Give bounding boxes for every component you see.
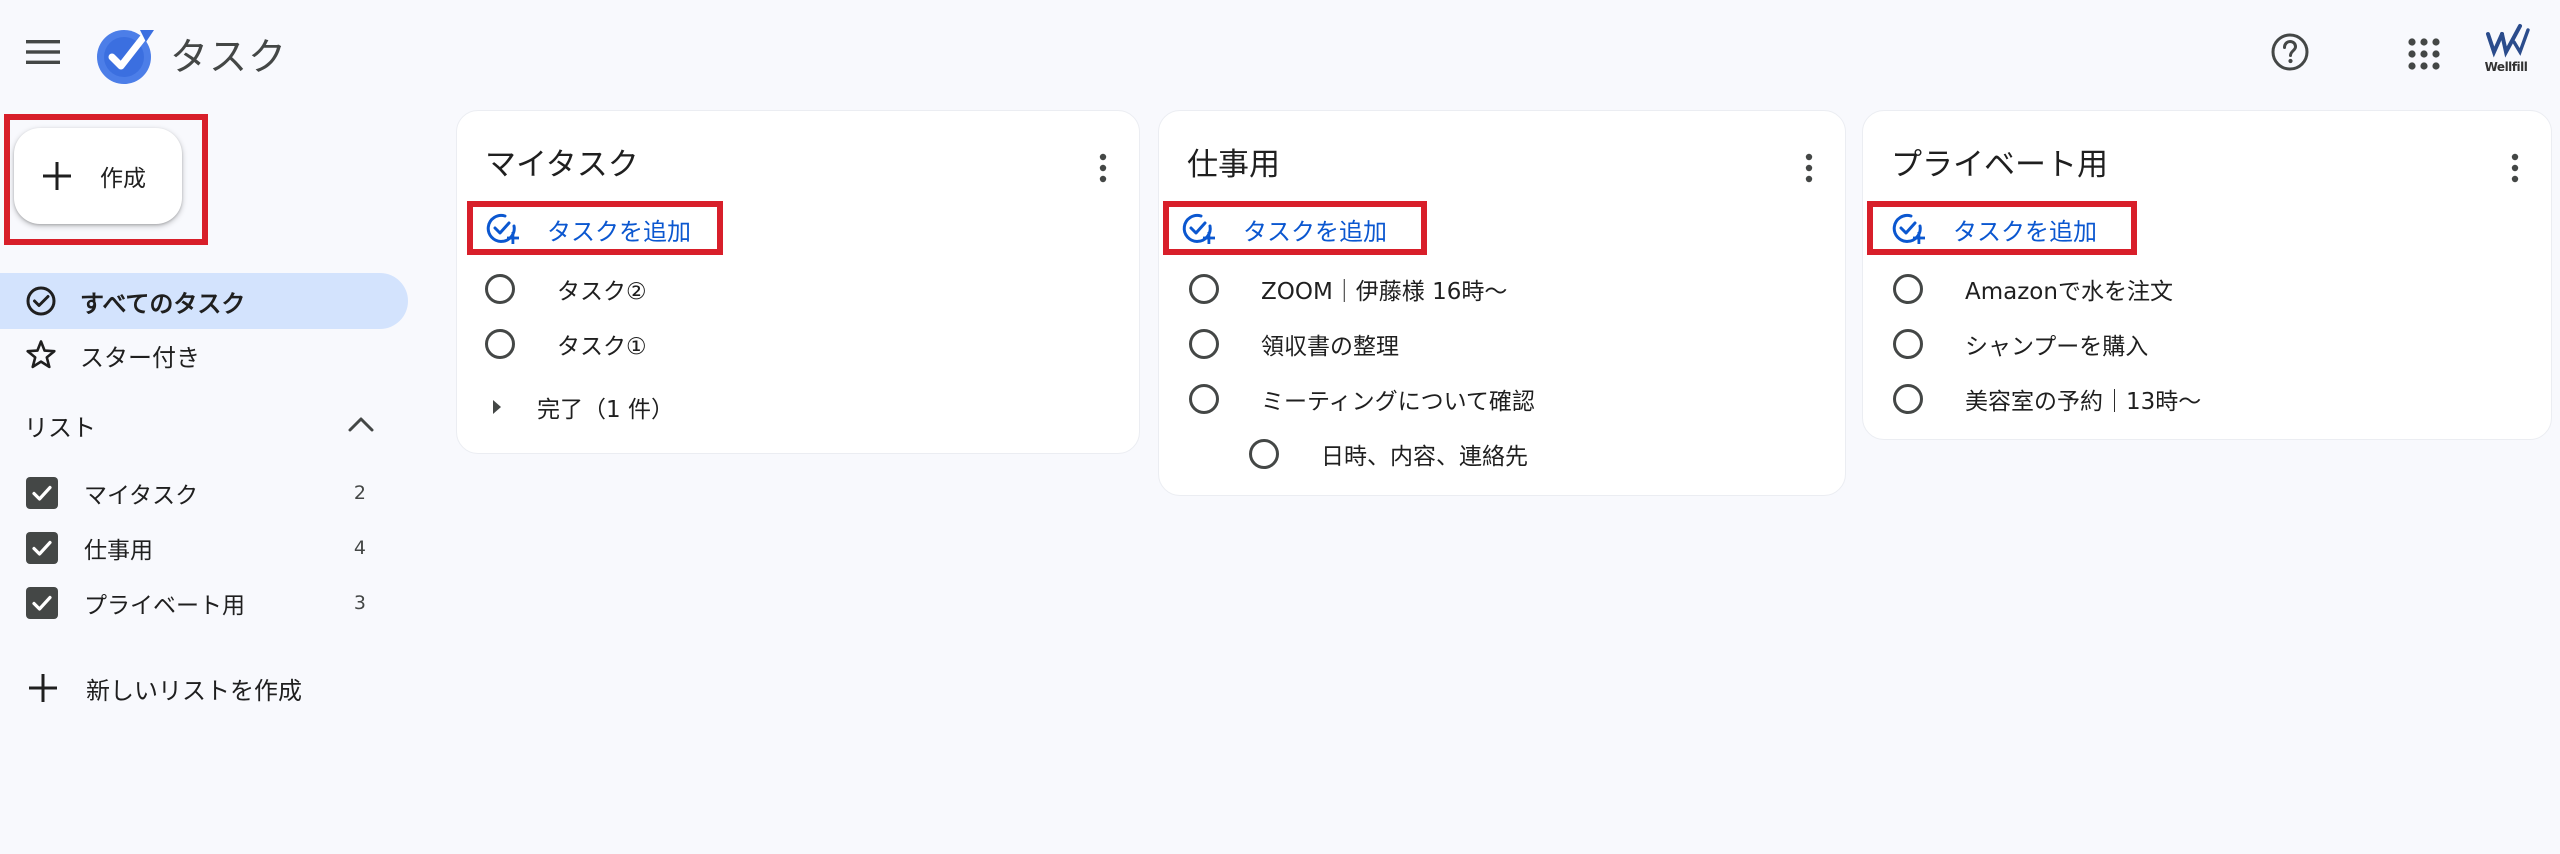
more-vert-icon bbox=[1099, 153, 1107, 183]
tasks-logo-icon bbox=[96, 24, 158, 86]
account-label: Wellfill bbox=[2484, 60, 2528, 74]
task-title: 領収書の整理 bbox=[1261, 334, 1399, 360]
list-name: 仕事用 bbox=[84, 538, 153, 564]
subtask-item[interactable]: 日時、内容、連絡先 bbox=[1249, 434, 1528, 474]
nav-all-tasks[interactable]: すべてのタスク bbox=[0, 273, 408, 329]
card-title: マイタスク bbox=[485, 147, 639, 183]
checkmark-icon bbox=[32, 595, 52, 611]
checkmark-icon bbox=[32, 485, 52, 501]
add-task-label: タスクを追加 bbox=[1243, 217, 1387, 246]
task-list-card-my-tasks: マイタスク タスクを追加 タスク② タスク① 完了（1 件） bbox=[456, 110, 1140, 454]
task-item[interactable]: ミーティングについて確認 bbox=[1189, 379, 1535, 419]
task-title: シャンプーを購入 bbox=[1965, 334, 2149, 360]
list-checkbox[interactable] bbox=[26, 477, 58, 509]
add-task-icon bbox=[1892, 213, 1925, 244]
caret-right-icon bbox=[493, 400, 501, 414]
checkmark-icon bbox=[32, 540, 52, 556]
task-item[interactable]: タスク① bbox=[485, 324, 647, 364]
task-item[interactable]: ZOOM｜伊藤様 16時〜 bbox=[1189, 269, 1507, 309]
task-complete-checkbox[interactable] bbox=[1893, 274, 1923, 304]
add-task-icon bbox=[1182, 213, 1215, 244]
nav-starred-label: スター付き bbox=[80, 343, 200, 372]
completed-tasks-label: 完了（1 件） bbox=[537, 397, 674, 423]
list-item-my-tasks[interactable]: マイタスク 2 bbox=[0, 466, 408, 520]
plus-icon bbox=[43, 162, 71, 190]
add-task-button[interactable]: タスクを追加 bbox=[485, 209, 691, 249]
chevron-up-icon bbox=[348, 417, 374, 432]
task-complete-checkbox[interactable] bbox=[1249, 439, 1279, 469]
task-complete-checkbox[interactable] bbox=[1893, 384, 1923, 414]
google-apps-button[interactable] bbox=[2404, 34, 2444, 74]
task-title: 日時、内容、連絡先 bbox=[1321, 444, 1528, 470]
task-title: タスク② bbox=[557, 279, 647, 305]
hamburger-menu-icon bbox=[26, 40, 60, 64]
completed-tasks-toggle[interactable]: 完了（1 件） bbox=[485, 387, 674, 427]
list-checkbox[interactable] bbox=[26, 532, 58, 564]
card-more-button[interactable] bbox=[2509, 151, 2521, 185]
task-item[interactable]: Amazonで水を注文 bbox=[1893, 269, 2173, 309]
card-more-button[interactable] bbox=[1097, 151, 1109, 185]
add-task-label: タスクを追加 bbox=[547, 217, 691, 246]
create-new-list-label: 新しいリストを作成 bbox=[86, 676, 302, 705]
task-complete-checkbox[interactable] bbox=[485, 329, 515, 359]
more-vert-icon bbox=[2511, 153, 2519, 183]
task-complete-checkbox[interactable] bbox=[1189, 274, 1219, 304]
create-new-list-button[interactable]: 新しいリストを作成 bbox=[0, 660, 408, 716]
task-title: タスク① bbox=[557, 334, 647, 360]
task-complete-checkbox[interactable] bbox=[485, 274, 515, 304]
plus-icon bbox=[29, 674, 57, 702]
list-name: プライベート用 bbox=[84, 593, 245, 619]
card-more-button[interactable] bbox=[1803, 151, 1815, 185]
list-count: 4 bbox=[353, 537, 366, 559]
add-task-label: タスクを追加 bbox=[1953, 217, 2097, 246]
lists-heading: リスト bbox=[24, 414, 96, 442]
create-button-label: 作成 bbox=[100, 166, 146, 192]
list-item-work[interactable]: 仕事用 4 bbox=[0, 521, 408, 575]
task-complete-checkbox[interactable] bbox=[1893, 329, 1923, 359]
task-item[interactable]: タスク② bbox=[485, 269, 647, 309]
task-complete-checkbox[interactable] bbox=[1189, 384, 1219, 414]
list-item-private[interactable]: プライベート用 3 bbox=[0, 576, 408, 630]
task-title: ミーティングについて確認 bbox=[1261, 389, 1535, 415]
task-item[interactable]: 領収書の整理 bbox=[1189, 324, 1399, 364]
star-icon bbox=[26, 340, 56, 369]
more-vert-icon bbox=[1805, 153, 1813, 183]
task-title: 美容室の予約｜13時〜 bbox=[1965, 389, 2202, 415]
app-title: タスク bbox=[170, 35, 288, 79]
main-menu-button[interactable] bbox=[18, 30, 68, 74]
help-icon bbox=[2271, 33, 2309, 71]
list-checkbox[interactable] bbox=[26, 587, 58, 619]
help-button[interactable] bbox=[2268, 30, 2312, 74]
task-check-icon bbox=[26, 286, 56, 316]
task-list-card-work: 仕事用 タスクを追加 ZOOM｜伊藤様 16時〜 領収書の整理 ミーティングにつ… bbox=[1158, 110, 1846, 496]
list-count: 2 bbox=[353, 482, 366, 504]
wellfill-logo-icon bbox=[2486, 24, 2530, 58]
card-title: 仕事用 bbox=[1187, 147, 1280, 183]
apps-grid-icon bbox=[2408, 38, 2440, 70]
task-title: ZOOM｜伊藤様 16時〜 bbox=[1261, 279, 1508, 305]
add-task-button[interactable]: タスクを追加 bbox=[1181, 209, 1387, 249]
add-task-icon bbox=[486, 213, 519, 244]
task-title: Amazonで水を注文 bbox=[1965, 279, 2173, 305]
card-title: プライベート用 bbox=[1891, 147, 2108, 183]
list-count: 3 bbox=[353, 592, 366, 614]
task-complete-checkbox[interactable] bbox=[1189, 329, 1219, 359]
account-avatar[interactable]: Wellfill bbox=[2476, 22, 2536, 80]
create-button[interactable]: 作成 bbox=[14, 128, 182, 224]
nav-starred[interactable]: スター付き bbox=[0, 327, 408, 383]
lists-collapse-button[interactable] bbox=[344, 408, 378, 442]
task-item[interactable]: 美容室の予約｜13時〜 bbox=[1893, 379, 2201, 419]
nav-all-tasks-label: すべてのタスク bbox=[80, 289, 246, 318]
task-list-card-private: プライベート用 タスクを追加 Amazonで水を注文 シャンプーを購入 美容室の… bbox=[1862, 110, 2552, 440]
task-item[interactable]: シャンプーを購入 bbox=[1893, 324, 2148, 364]
add-task-button[interactable]: タスクを追加 bbox=[1891, 209, 2097, 249]
list-name: マイタスク bbox=[84, 483, 199, 509]
